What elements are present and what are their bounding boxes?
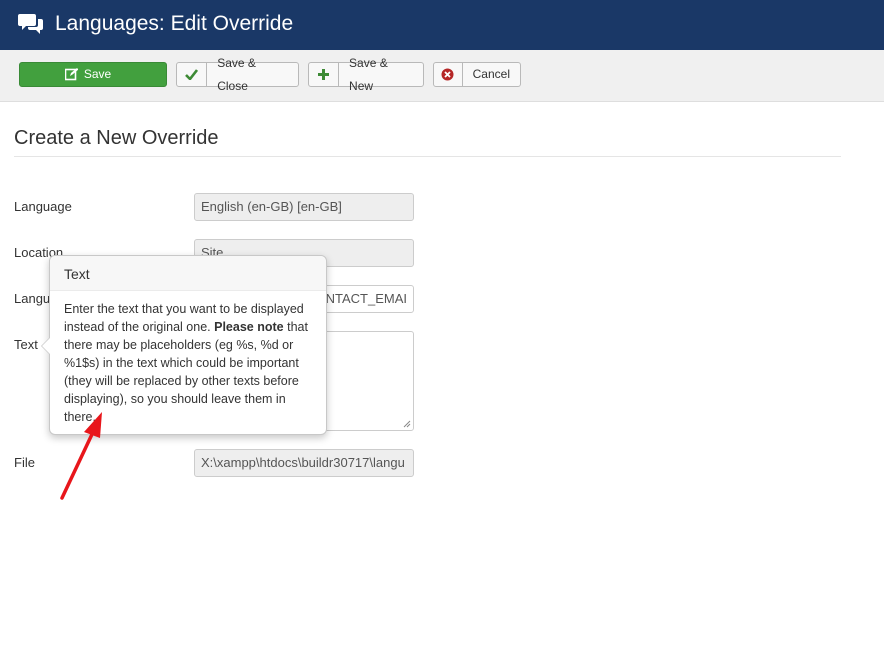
cancel-button-label: Cancel <box>472 67 510 81</box>
edit-icon <box>64 68 78 81</box>
cancel-circle-icon <box>434 63 463 86</box>
chat-bubbles-icon <box>18 14 43 34</box>
save-button-label: Save <box>83 67 112 81</box>
save-button[interactable]: Save <box>19 62 167 87</box>
popover-body-note: Please note <box>214 320 284 334</box>
red-annotation-arrow-icon <box>60 412 102 500</box>
app-header: Languages: Edit Override <box>0 0 884 50</box>
toolbar: Save Save & Close Save & New Cancel <box>0 50 884 102</box>
popover-title: Text <box>50 256 326 291</box>
file-field[interactable]: X:\xampp\htdocs\buildr30717\langu <box>194 449 414 477</box>
constant-label: Langu <box>14 291 51 306</box>
save-new-button[interactable]: Save & New <box>308 56 424 93</box>
save-close-button[interactable]: Save & Close <box>176 56 299 93</box>
save-close-button-label: Save & Close <box>217 55 256 93</box>
language-field[interactable]: English (en-GB) [en-GB] <box>194 193 414 221</box>
language-label: Language <box>14 199 72 214</box>
title-divider <box>14 156 841 157</box>
page-title: Create a New Override <box>14 127 219 149</box>
plus-icon <box>309 63 340 86</box>
text-label: Text <box>14 337 38 352</box>
cancel-button[interactable]: Cancel <box>433 62 521 87</box>
page-header-title: Languages: Edit Override <box>55 12 294 35</box>
file-label: File <box>14 455 35 470</box>
popover-arrow-inner <box>42 338 50 354</box>
check-icon <box>177 63 208 86</box>
resize-grip-icon[interactable] <box>403 420 411 428</box>
save-new-button-label: Save & New <box>349 55 388 93</box>
